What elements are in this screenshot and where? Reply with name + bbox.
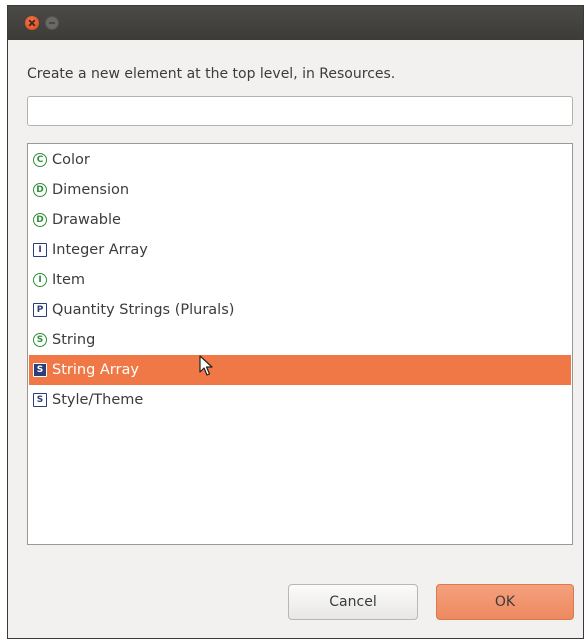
list-item[interactable]: S String [29, 325, 571, 355]
ok-button[interactable]: OK [436, 584, 574, 620]
list-item-label: Item [52, 272, 86, 288]
minimize-window-button[interactable] [45, 16, 59, 30]
dimension-type-icon: D [33, 183, 47, 197]
list-item[interactable]: I Item [29, 265, 571, 295]
list-item-label: Drawable [52, 212, 121, 228]
list-item-label: Quantity Strings (Plurals) [52, 302, 235, 318]
title-bar [8, 6, 583, 40]
dialog-window: Create a new element at the top level, i… [7, 5, 584, 639]
list-item[interactable]: D Dimension [29, 175, 571, 205]
list-item-label: String Array [52, 362, 139, 378]
dialog-prompt: Create a new element at the top level, i… [27, 66, 396, 82]
list-item-label: String [52, 332, 96, 348]
integer-array-type-icon: I [33, 243, 47, 257]
filter-input[interactable] [27, 96, 573, 126]
list-item-label: Integer Array [52, 242, 148, 258]
list-item[interactable]: S Style/Theme [29, 385, 571, 415]
drawable-type-icon: D [33, 213, 47, 227]
list-item-label: Dimension [52, 182, 130, 198]
element-type-list[interactable]: C Color D Dimension D Drawable I Integer… [27, 143, 573, 545]
list-item-label: Style/Theme [52, 392, 144, 408]
mouse-pointer-icon [199, 355, 213, 376]
list-item[interactable]: I Integer Array [29, 235, 571, 265]
color-type-icon: C [33, 153, 47, 167]
list-item[interactable]: P Quantity Strings (Plurals) [29, 295, 571, 325]
close-window-button[interactable] [25, 16, 39, 30]
list-item-selected[interactable]: S String Array [29, 355, 571, 385]
string-array-type-icon: S [33, 363, 47, 377]
item-type-icon: I [33, 273, 47, 287]
string-type-icon: S [33, 333, 47, 347]
list-item[interactable]: C Color [29, 145, 571, 175]
plurals-type-icon: P [33, 303, 47, 317]
list-item[interactable]: D Drawable [29, 205, 571, 235]
style-theme-type-icon: S [33, 393, 47, 407]
cancel-button[interactable]: Cancel [288, 584, 418, 620]
list-item-label: Color [52, 152, 90, 168]
